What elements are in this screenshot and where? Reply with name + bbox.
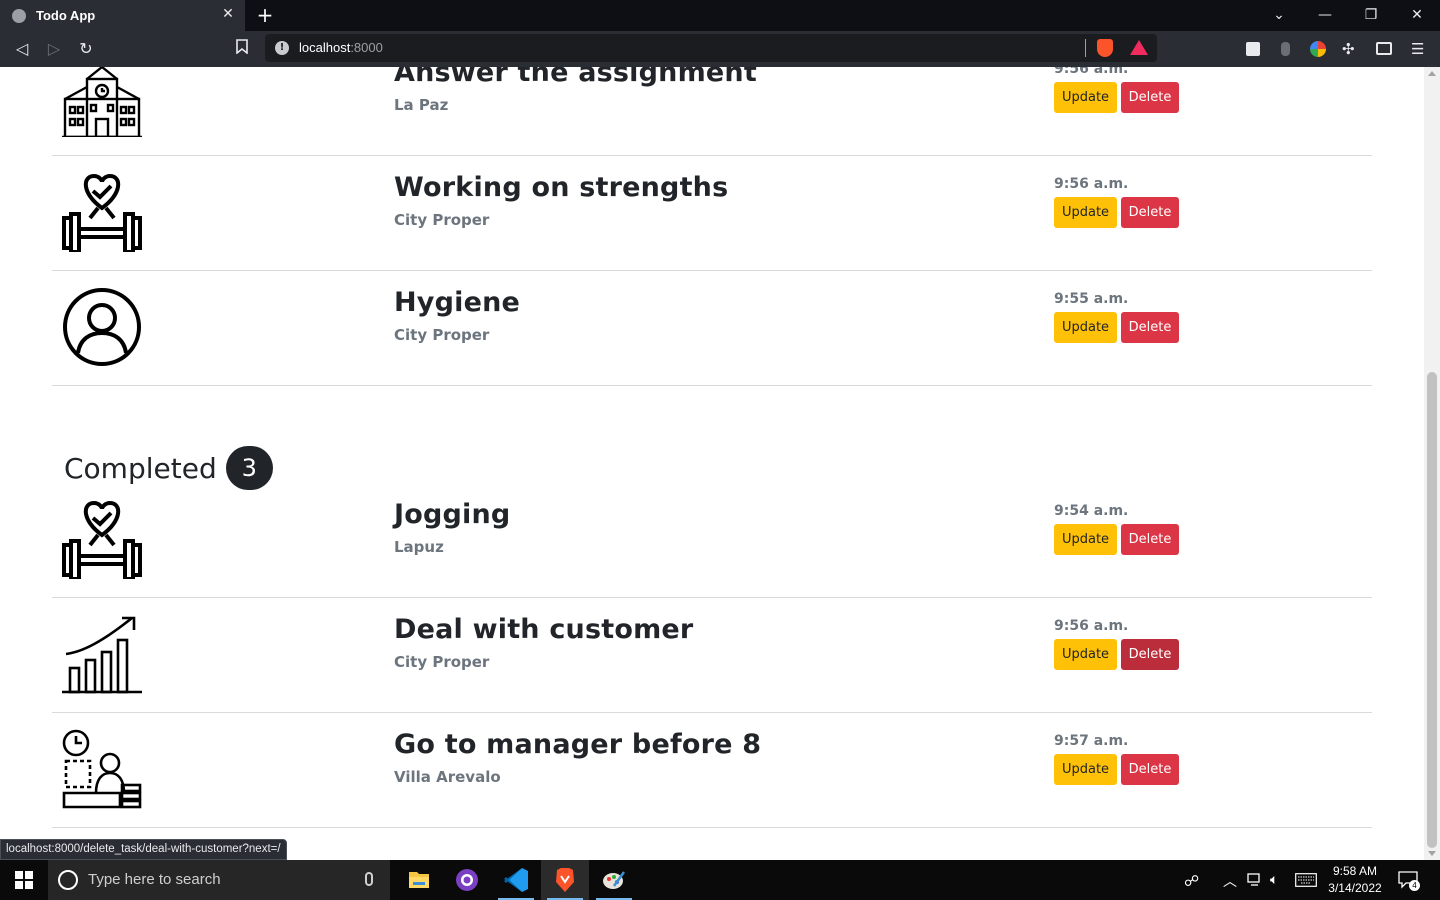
extension-b-icon[interactable] <box>1246 42 1260 56</box>
school-building-icon <box>62 67 142 137</box>
cortana-icon <box>58 870 78 890</box>
task-time: 9:55 a.m. <box>1054 291 1129 307</box>
task-time: 9:56 a.m. <box>1054 176 1129 192</box>
user-profile-icon <box>63 288 141 366</box>
restore-button[interactable]: ❐ <box>1348 0 1394 31</box>
task-title: Working on strengths <box>394 172 729 203</box>
delete-button[interactable]: Delete <box>1121 82 1179 113</box>
update-button[interactable]: Update <box>1054 82 1117 113</box>
brave-shield-icon[interactable] <box>1097 39 1113 57</box>
task-row: Working on strengths City Proper 9:56 a.… <box>52 156 1372 271</box>
task-location: Lapuz <box>394 538 444 556</box>
paint-app-icon[interactable] <box>590 860 638 900</box>
bookmark-icon[interactable] <box>231 38 253 60</box>
brave-rewards-icon[interactable] <box>1130 40 1148 55</box>
task-location: La Paz <box>394 96 449 114</box>
heart-dumbbell-icon <box>62 500 142 579</box>
delete-button[interactable]: Delete <box>1121 639 1179 670</box>
extension-color-icon[interactable] <box>1310 41 1326 57</box>
network-icon[interactable] <box>1247 873 1263 900</box>
browser-tab[interactable]: Todo App ✕ <box>0 0 245 31</box>
windows-taskbar: Type here to search ☍ ︿ 🔈︎ 9:58 AM 3/14/… <box>0 860 1440 900</box>
taskbar-search[interactable]: Type here to search <box>48 860 390 900</box>
page-content: Answer the assignment La Paz 9:56 a.m. U… <box>0 67 1424 860</box>
vscode-icon[interactable] <box>492 860 540 900</box>
task-location: City Proper <box>394 653 490 671</box>
notification-count: 4 <box>1409 880 1420 891</box>
task-title: Deal with customer <box>394 614 694 645</box>
task-time: 9:57 a.m. <box>1054 733 1129 749</box>
task-location: City Proper <box>394 211 490 229</box>
task-time: 9:54 a.m. <box>1054 503 1129 519</box>
heart-dumbbell-icon <box>62 173 142 252</box>
section-title: Completed <box>64 451 217 485</box>
chevron-up-icon[interactable]: ︿ <box>1223 871 1237 900</box>
manager-desk-icon <box>62 729 142 809</box>
wallet-icon[interactable] <box>1376 42 1392 55</box>
tab-title: Todo App <box>36 8 96 23</box>
task-location: City Proper <box>394 326 490 344</box>
delete-button[interactable]: Delete <box>1121 754 1179 785</box>
notification-center-icon[interactable]: 4 <box>1398 871 1420 900</box>
growth-chart-icon <box>62 616 142 694</box>
scroll-down-icon[interactable] <box>1428 851 1436 856</box>
task-location: Villa Arevalo <box>394 768 501 786</box>
update-button[interactable]: Update <box>1054 639 1117 670</box>
scrollbar-thumb[interactable] <box>1427 372 1437 848</box>
system-clock[interactable]: 9:58 AM 3/14/2022 <box>1322 863 1388 897</box>
task-title: Hygiene <box>394 287 521 318</box>
new-tab-button[interactable]: + <box>255 3 275 27</box>
task-title: Go to manager before 8 <box>394 729 762 760</box>
tab-search-icon[interactable]: ⌄ <box>1256 0 1302 31</box>
page-scrollbar[interactable] <box>1424 67 1440 860</box>
close-window-button[interactable]: ✕ <box>1394 0 1440 31</box>
minimize-button[interactable]: — <box>1302 0 1348 31</box>
update-button[interactable]: Update <box>1054 524 1117 555</box>
site-info-icon[interactable]: ! <box>275 41 289 55</box>
microphone-icon[interactable] <box>365 872 373 886</box>
forward-button[interactable]: ▷ <box>43 38 65 60</box>
task-row: Go to manager before 8 Villa Arevalo 9:5… <box>52 713 1372 828</box>
clock-date: 3/14/2022 <box>1328 881 1382 895</box>
reload-button[interactable]: ↻ <box>75 38 97 60</box>
task-row: Deal with customer City Proper 9:56 a.m.… <box>52 598 1372 713</box>
address-bar[interactable]: ! localhost:8000 <box>265 34 1157 62</box>
url-text[interactable]: localhost:8000 <box>299 40 383 55</box>
delete-button[interactable]: Delete <box>1121 197 1179 228</box>
windows-start-icon[interactable] <box>15 871 33 889</box>
browser-toolbar: ◁ ▷ ↻ ! localhost:8000 ✣ ☰ <box>0 31 1440 67</box>
brave-browser-icon[interactable] <box>541 860 589 900</box>
update-button[interactable]: Update <box>1054 312 1117 343</box>
browser-tab-bar: Todo App ✕ + ⌄ — ❐ ✕ <box>0 0 1440 31</box>
clock-time: 9:58 AM <box>1332 864 1378 878</box>
file-explorer-icon[interactable] <box>395 860 443 900</box>
task-time: 9:56 a.m. <box>1054 618 1129 634</box>
link-status-bar: localhost:8000/delete_task/deal-with-cus… <box>0 839 287 860</box>
close-tab-icon[interactable]: ✕ <box>219 6 237 22</box>
volume-icon[interactable]: 🔈︎ <box>1270 871 1278 900</box>
delete-button[interactable]: Delete <box>1121 524 1179 555</box>
task-row: Jogging Lapuz 9:54 a.m. Update Delete <box>52 483 1372 598</box>
task-row: Hygiene City Proper 9:55 a.m. Update Del… <box>52 271 1372 386</box>
update-button[interactable]: Update <box>1054 754 1117 785</box>
divider <box>1085 39 1086 57</box>
task-title: Jogging <box>394 499 511 530</box>
extension-mouse-icon[interactable] <box>1281 42 1290 56</box>
delete-button[interactable]: Delete <box>1121 312 1179 343</box>
search-placeholder: Type here to search <box>88 871 221 888</box>
update-button[interactable]: Update <box>1054 197 1117 228</box>
scroll-up-icon[interactable] <box>1428 71 1436 76</box>
back-button[interactable]: ◁ <box>11 38 33 60</box>
task-row: Answer the assignment La Paz 9:56 a.m. U… <box>52 67 1372 156</box>
keyboard-icon[interactable] <box>1295 873 1317 900</box>
extensions-puzzle-icon[interactable]: ✣ <box>1342 40 1360 58</box>
task-time: 9:56 a.m. <box>1054 67 1129 77</box>
globe-icon <box>12 8 26 23</box>
github-desktop-icon[interactable] <box>443 860 491 900</box>
people-icon[interactable]: ☍ <box>1184 872 1199 900</box>
menu-icon[interactable]: ☰ <box>1411 40 1429 58</box>
task-title: Answer the assignment <box>394 67 757 88</box>
